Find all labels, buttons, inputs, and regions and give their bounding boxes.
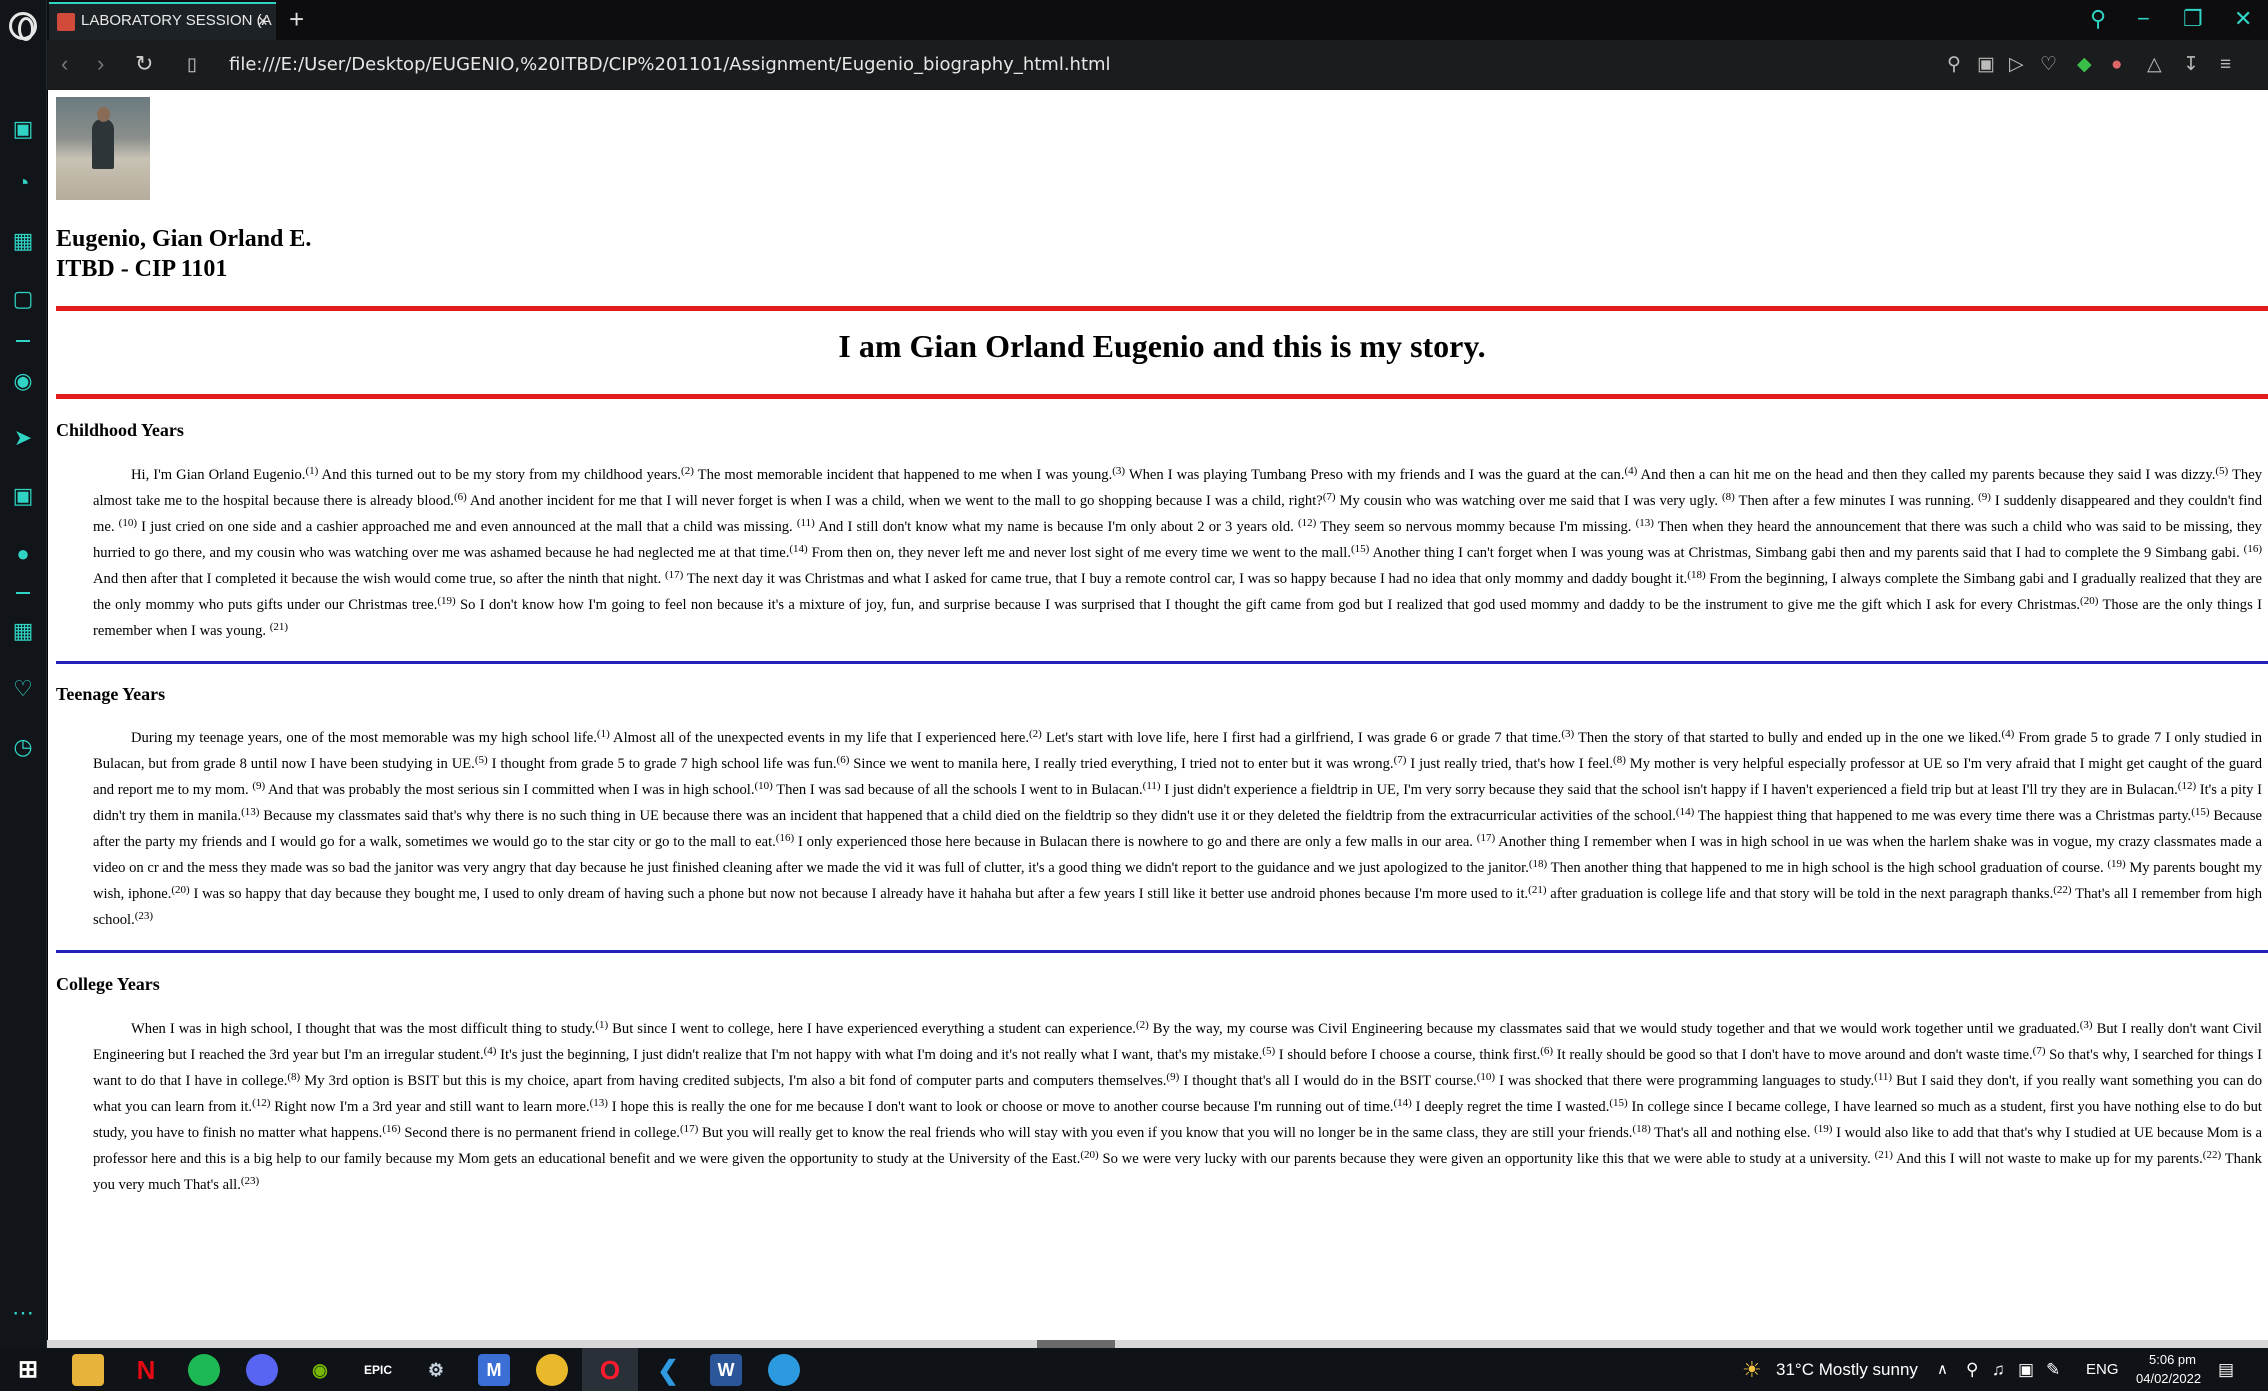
clock[interactable]: 5:06 pm 04/02/2022 bbox=[2136, 1350, 2202, 1388]
speedometer-icon[interactable]: ◔ bbox=[10, 170, 36, 196]
zoom-icon[interactable]: ⚲ bbox=[1947, 52, 1961, 78]
clock-date: 04/02/2022 bbox=[2136, 1371, 2202, 1386]
epic-games-icon[interactable]: EPIC bbox=[362, 1354, 394, 1386]
network-icon[interactable]: ▣ bbox=[2018, 1348, 2034, 1391]
edge-icon[interactable] bbox=[768, 1354, 800, 1386]
opera-sidebar: ▣ ◔ ▦ ▢ ◉ ➤ ▣ ● ▦ ♡ ◷ ⋯ bbox=[0, 0, 47, 1350]
section-heading-childhood: Childhood Years bbox=[56, 420, 184, 440]
blue-rule-2 bbox=[56, 950, 2268, 953]
windows-taskbar: ⊞ N ◉ EPIC ⚙ M O ❮ W ☀ 31°C Mostly sunny… bbox=[0, 1348, 2268, 1391]
section-heading-teenage: Teenage Years bbox=[56, 684, 166, 704]
author-name: Eugenio, Gian Orland E. bbox=[56, 226, 312, 252]
tab-close-icon[interactable]: × bbox=[257, 4, 268, 38]
telegram-icon[interactable]: ➤ bbox=[10, 425, 36, 451]
file-icon: ▯ bbox=[187, 54, 197, 74]
address-bar: ‹ › ↻ ▯ file:///E:/User/Desktop/EUGENIO,… bbox=[47, 40, 2268, 90]
notifications-icon[interactable]: ▤ bbox=[2218, 1348, 2234, 1391]
chrome-icon[interactable] bbox=[536, 1354, 568, 1386]
person-head bbox=[97, 107, 110, 122]
tab-bar: LABORATORY SESSION (A × + ⚲ − ❐ ✕ bbox=[47, 0, 2268, 40]
app-m-icon[interactable]: M bbox=[478, 1354, 510, 1386]
discord-icon[interactable] bbox=[246, 1354, 278, 1386]
tray-chevron-icon[interactable]: ∧ bbox=[1937, 1348, 1948, 1391]
restore-icon[interactable]: ❐ bbox=[2183, 2, 2203, 36]
author-block: Eugenio, Gian Orland E. ITBD - CIP 1101 bbox=[56, 224, 311, 284]
back-icon[interactable]: ‹ bbox=[61, 50, 68, 78]
bookmark-heart-icon[interactable]: ♡ bbox=[2040, 52, 2057, 78]
minimize-icon[interactable]: − bbox=[2137, 2, 2150, 36]
nvidia-icon[interactable]: ◉ bbox=[304, 1354, 336, 1386]
weather-icon[interactable]: ☀ bbox=[1742, 1348, 1762, 1391]
red-rule-bottom bbox=[56, 394, 2268, 399]
opera-taskbar-icon[interactable]: O bbox=[594, 1354, 626, 1386]
download-icon[interactable]: ↧ bbox=[2183, 52, 2199, 78]
tab-favicon-icon bbox=[57, 13, 75, 31]
tab-title: LABORATORY SESSION (A bbox=[81, 12, 272, 29]
url-field[interactable]: file:///E:/User/Desktop/EUGENIO,%20ITBD/… bbox=[229, 52, 1111, 78]
bag-icon[interactable]: ▦ bbox=[10, 228, 36, 254]
messenger-icon[interactable]: ◉ bbox=[10, 368, 36, 394]
tab-active[interactable]: LABORATORY SESSION (A × bbox=[49, 2, 276, 40]
web-page: Eugenio, Gian Orland E. ITBD - CIP 1101 … bbox=[48, 90, 2268, 1348]
forward-icon[interactable]: › bbox=[97, 50, 104, 78]
new-tab-button[interactable]: + bbox=[289, 4, 304, 34]
scrollbar-thumb[interactable] bbox=[1037, 1340, 1115, 1348]
history-clock-icon[interactable]: ◷ bbox=[10, 734, 36, 760]
spotify-icon[interactable] bbox=[188, 1354, 220, 1386]
microphone-icon[interactable]: ⚲ bbox=[1966, 1348, 1978, 1391]
course-label: ITBD - CIP 1101 bbox=[56, 256, 228, 282]
red-rule-top bbox=[56, 306, 2268, 311]
person-figure bbox=[92, 119, 114, 169]
file-explorer-icon[interactable] bbox=[72, 1354, 104, 1386]
profile-photo bbox=[56, 97, 150, 200]
snapshot-icon[interactable]: ▣ bbox=[1977, 52, 1995, 78]
blue-rule-1 bbox=[56, 661, 2268, 664]
shield-icon[interactable]: ◆ bbox=[2077, 52, 2092, 78]
page-title: I am Gian Orland Eugenio and this is my … bbox=[838, 328, 1486, 364]
section-paragraph-college: When I was in high school, I thought tha… bbox=[93, 1019, 2263, 1194]
sidebar-divider bbox=[16, 592, 30, 594]
section-heading-college: College Years bbox=[56, 974, 160, 994]
sidebar-divider bbox=[16, 340, 30, 342]
section-paragraph-teenage: During my teenage years, one of the most… bbox=[93, 728, 2263, 929]
instagram-icon[interactable]: ▣ bbox=[10, 483, 36, 509]
opera-logo-icon[interactable] bbox=[9, 12, 37, 41]
twitter-icon[interactable]: ● bbox=[10, 541, 36, 567]
send-icon[interactable]: ▷ bbox=[2009, 52, 2024, 78]
twitch-icon[interactable]: ▢ bbox=[10, 286, 36, 312]
windows-start-icon[interactable]: ⊞ bbox=[12, 1354, 44, 1386]
volume-icon[interactable]: ♫ bbox=[1992, 1348, 2005, 1391]
clock-time: 5:06 pm bbox=[2149, 1352, 2196, 1367]
menu-icon[interactable]: ≡ bbox=[2220, 52, 2231, 78]
close-window-icon[interactable]: ✕ bbox=[2234, 2, 2252, 36]
search-icon[interactable]: ⚲ bbox=[2090, 2, 2106, 36]
word-icon[interactable]: W bbox=[710, 1354, 742, 1386]
gamepad-icon[interactable]: ▣ bbox=[10, 116, 36, 142]
more-icon[interactable]: ⋯ bbox=[10, 1300, 36, 1326]
workspaces-icon[interactable]: ▦ bbox=[10, 618, 36, 644]
section-paragraph-childhood: Hi, I'm Gian Orland Eugenio.(1) And this… bbox=[93, 465, 2263, 640]
language-indicator[interactable]: ENG bbox=[2086, 1348, 2119, 1391]
pen-icon[interactable]: ✎ bbox=[2046, 1348, 2060, 1391]
horizontal-scrollbar[interactable] bbox=[47, 1340, 2268, 1348]
vpn-icon[interactable]: ● bbox=[2111, 52, 2122, 78]
steam-icon[interactable]: ⚙ bbox=[420, 1354, 452, 1386]
reload-icon[interactable]: ↻ bbox=[135, 50, 153, 78]
vscode-icon[interactable]: ❮ bbox=[652, 1354, 684, 1386]
weather-text[interactable]: 31°C Mostly sunny bbox=[1776, 1348, 1918, 1391]
heart-icon[interactable]: ♡ bbox=[10, 676, 36, 702]
netflix-icon[interactable]: N bbox=[130, 1354, 162, 1386]
extensions-icon[interactable]: △ bbox=[2147, 52, 2162, 78]
